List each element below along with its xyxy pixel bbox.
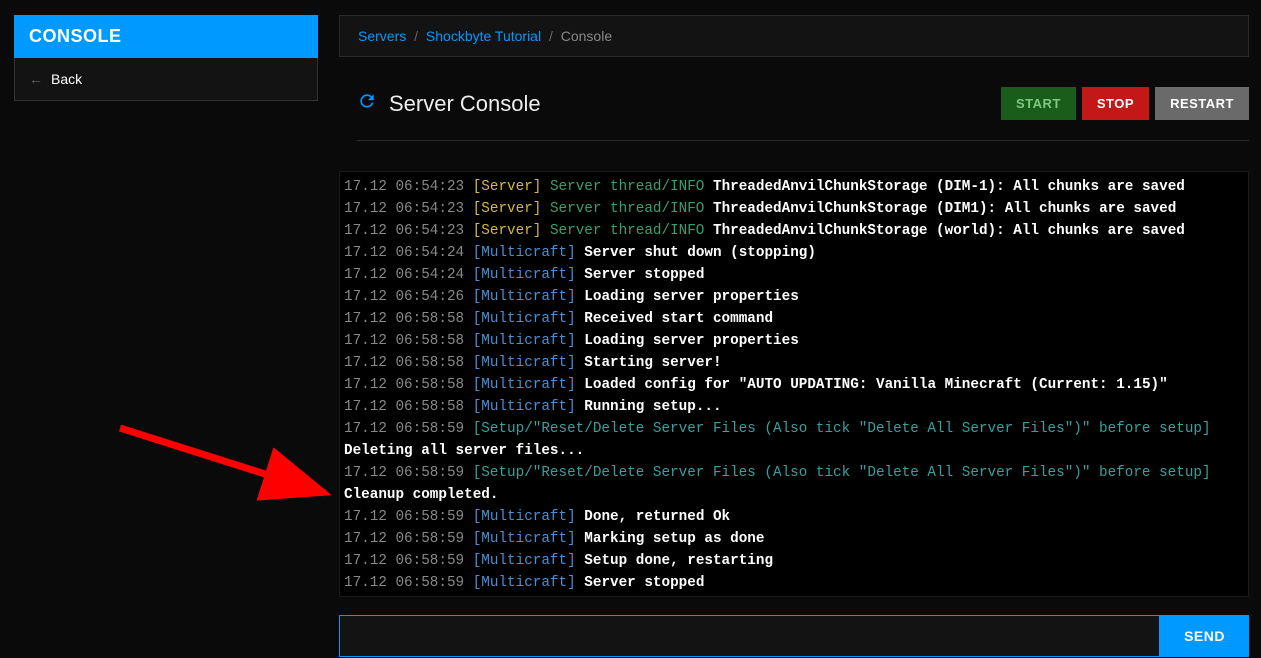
breadcrumb-current: Console	[561, 28, 612, 44]
main-content: Servers / Shockbyte Tutorial / Console S…	[339, 15, 1249, 657]
log-line: 17.12 06:58:58 [Multicraft] Running setu…	[344, 396, 1244, 418]
log-line: 17.12 06:58:58 [Multicraft] Starting ser…	[344, 352, 1244, 374]
log-line: 17.12 06:54:26 [Multicraft] Loading serv…	[344, 286, 1244, 308]
breadcrumb-servers[interactable]: Servers	[358, 28, 406, 44]
server-controls: START STOP RESTART	[1001, 87, 1249, 120]
breadcrumb-separator: /	[414, 28, 418, 44]
log-line: 17.12 06:54:24 [Multicraft] Server stopp…	[344, 264, 1244, 286]
breadcrumb: Servers / Shockbyte Tutorial / Console	[339, 15, 1249, 57]
log-line: 17.12 06:58:59 [Multicraft] Marking setu…	[344, 528, 1244, 550]
log-line: Cleanup completed.	[344, 484, 1244, 506]
log-line: 17.12 06:54:24 [Multicraft] Server shut …	[344, 242, 1244, 264]
console-title-wrap: Server Console	[357, 91, 541, 117]
console-title: Server Console	[389, 91, 541, 117]
log-line: 17.12 06:58:59 [Setup/"Reset/Delete Serv…	[344, 462, 1244, 484]
log-line: 17.12 06:58:58 [Multicraft] Received sta…	[344, 308, 1244, 330]
back-label: Back	[51, 71, 82, 87]
log-line: 17.12 06:54:23 [Server] Server thread/IN…	[344, 220, 1244, 242]
log-line: 17.12 06:58:59 [Setup/"Reset/Delete Serv…	[344, 418, 1244, 440]
restart-button[interactable]: RESTART	[1155, 87, 1249, 120]
log-line: 17.12 06:58:59 [Multicraft] Setup done, …	[344, 550, 1244, 572]
log-line: Deleting all server files...	[344, 440, 1244, 462]
sidebar-title: CONSOLE	[14, 15, 318, 58]
back-button[interactable]: ← Back	[14, 58, 318, 101]
log-line: 17.12 06:58:58 [Multicraft] Loaded confi…	[344, 374, 1244, 396]
annotation-arrow	[110, 418, 340, 508]
breadcrumb-separator: /	[549, 28, 553, 44]
log-line: 17.12 06:58:58 [Multicraft] Loading serv…	[344, 330, 1244, 352]
stop-button[interactable]: STOP	[1082, 87, 1149, 120]
log-line: 17.12 06:54:23 [Server] Server thread/IN…	[344, 176, 1244, 198]
refresh-icon[interactable]	[357, 91, 377, 116]
back-arrow-icon: ←	[29, 71, 43, 87]
command-bar: SEND	[339, 615, 1249, 657]
command-input[interactable]	[339, 615, 1160, 657]
log-line: 17.12 06:58:59 [Multicraft] Server stopp…	[344, 572, 1244, 594]
console-header: Server Console START STOP RESTART	[357, 87, 1249, 141]
sidebar: CONSOLE ← Back	[14, 15, 318, 101]
send-button[interactable]: SEND	[1160, 615, 1249, 657]
log-line: 17.12 06:54:23 [Server] Server thread/IN…	[344, 198, 1244, 220]
breadcrumb-server-name[interactable]: Shockbyte Tutorial	[426, 28, 541, 44]
console-output[interactable]: 17.12 06:54:23 [Server] Server thread/IN…	[339, 171, 1249, 597]
log-line: 17.12 06:58:59 [Multicraft] Done, return…	[344, 506, 1244, 528]
start-button[interactable]: START	[1001, 87, 1076, 120]
